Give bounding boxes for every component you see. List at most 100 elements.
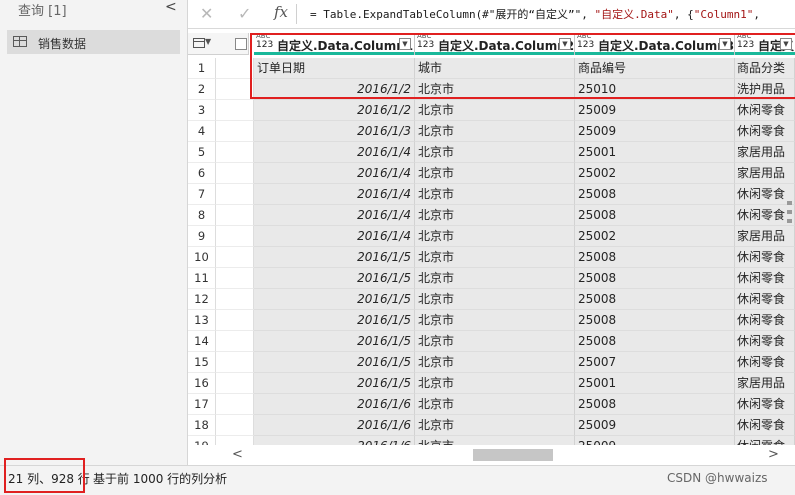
formula-input[interactable]: = Table.ExpandTableColumn(#"展开的“自定义”", "… [310,6,760,22]
select-all-checkbox[interactable] [235,38,247,50]
table-row: 18 2016/1/6 北京市 25009 休闲零食 [188,415,795,436]
row-spacer [216,100,254,121]
table-cell[interactable]: 休闲零食 [735,394,795,415]
confirm-formula-button[interactable]: ✓ [238,4,251,23]
table-row: 5 2016/1/4 北京市 25001 家居用品 [188,142,795,163]
table-cell[interactable]: 北京市 [415,331,575,352]
row-spacer [216,289,254,310]
table-cell[interactable]: 北京市 [415,247,575,268]
table-cell[interactable]: 北京市 [415,121,575,142]
table-cell[interactable]: 2016/1/4 [254,184,415,205]
vertical-scrollbar[interactable] [784,196,795,396]
formula-bar: ✕ ✓ fx = Table.ExpandTableColumn(#"展开的“自… [188,0,795,29]
table-cell[interactable]: 2016/1/6 [254,394,415,415]
row-number[interactable]: 13 [188,310,216,331]
table-cell[interactable]: 北京市 [415,310,575,331]
table-cell[interactable]: 2016/1/3 [254,121,415,142]
horizontal-scrollbar[interactable]: < > [188,445,795,465]
table-cell[interactable]: 2016/1/5 [254,352,415,373]
table-cell[interactable]: 北京市 [415,163,575,184]
row-number[interactable]: 3 [188,100,216,121]
table-cell[interactable]: 休闲零食 [735,415,795,436]
table-cell[interactable]: 25008 [575,205,735,226]
table-cell[interactable]: 北京市 [415,226,575,247]
row-number[interactable]: 8 [188,205,216,226]
table-cell[interactable]: 2016/1/5 [254,310,415,331]
table-cell[interactable]: 家居用品 [735,163,795,184]
table-cell[interactable]: 北京市 [415,394,575,415]
row-number[interactable]: 7 [188,184,216,205]
row-number[interactable]: 15 [188,352,216,373]
row-number[interactable]: 12 [188,289,216,310]
table-cell[interactable]: 25007 [575,352,735,373]
table-cell[interactable]: 25009 [575,100,735,121]
formula-string-2: "Column1" [693,8,754,21]
formula-mid: , { [673,8,694,21]
table-row: 15 2016/1/5 北京市 25007 休闲零食 [188,352,795,373]
table-cell[interactable]: 2016/1/4 [254,163,415,184]
scrollbar-thumb[interactable] [473,449,553,461]
formula-prefix: = Table.ExpandTableColumn(#"展开的“自定义”", [310,8,595,21]
table-cell[interactable]: 2016/1/6 [254,415,415,436]
row-spacer [216,121,254,142]
table-cell[interactable]: 2016/1/5 [254,247,415,268]
table-cell[interactable]: 2016/1/5 [254,268,415,289]
table-cell[interactable]: 25009 [575,415,735,436]
table-cell[interactable]: 北京市 [415,373,575,394]
row-spacer [216,205,254,226]
row-number[interactable]: 2 [188,79,216,100]
table-cell[interactable]: 25002 [575,163,735,184]
table-cell[interactable]: 25008 [575,394,735,415]
table-cell[interactable]: 25009 [575,121,735,142]
table-cell[interactable]: 2016/1/5 [254,331,415,352]
row-number[interactable]: 9 [188,226,216,247]
table-row: 7 2016/1/4 北京市 25008 休闲零食 [188,184,795,205]
query-item-sales-data[interactable]: 销售数据 [7,30,180,54]
table-cell[interactable]: 25001 [575,373,735,394]
table-cell[interactable]: 休闲零食 [735,100,795,121]
table-cell[interactable]: 北京市 [415,184,575,205]
table-cell[interactable]: 北京市 [415,415,575,436]
row-number[interactable]: 5 [188,142,216,163]
row-number[interactable]: 11 [188,268,216,289]
table-row: 3 2016/1/2 北京市 25009 休闲零食 [188,100,795,121]
table-cell[interactable]: 北京市 [415,268,575,289]
row-number[interactable]: 1 [188,58,216,79]
table-cell[interactable]: 北京市 [415,100,575,121]
table-cell[interactable]: 25008 [575,247,735,268]
table-cell[interactable]: 2016/1/4 [254,226,415,247]
table-cell[interactable]: 北京市 [415,289,575,310]
table-cell[interactable]: 25008 [575,310,735,331]
table-cell[interactable]: 2016/1/4 [254,142,415,163]
table-cell[interactable]: 25008 [575,268,735,289]
table-cell[interactable]: 北京市 [415,352,575,373]
row-number[interactable]: 10 [188,247,216,268]
table-cell[interactable]: 2016/1/2 [254,100,415,121]
table-cell[interactable]: 25008 [575,331,735,352]
scroll-left-arrow[interactable]: < [232,447,243,462]
table-cell[interactable]: 北京市 [415,205,575,226]
row-number[interactable]: 16 [188,373,216,394]
table-cell[interactable]: 北京市 [415,142,575,163]
row-number[interactable]: 17 [188,394,216,415]
table-cell[interactable]: 2016/1/5 [254,289,415,310]
table-cell[interactable]: 家居用品 [735,142,795,163]
table-row: 4 2016/1/3 北京市 25009 休闲零食 [188,121,795,142]
table-cell[interactable]: 2016/1/4 [254,205,415,226]
table-cell[interactable]: 25002 [575,226,735,247]
scroll-right-arrow[interactable]: > [768,447,779,462]
fx-icon[interactable]: fx [274,3,288,21]
row-number[interactable]: 14 [188,331,216,352]
table-cell[interactable]: 25008 [575,184,735,205]
table-cell[interactable]: 25008 [575,289,735,310]
row-number[interactable]: 18 [188,415,216,436]
column-profile-note[interactable]: 基于前 1000 行的列分析 [93,470,227,487]
collapse-queries-button[interactable]: < [165,0,177,15]
table-menu-button[interactable]: ▼ [188,33,249,55]
row-number[interactable]: 4 [188,121,216,142]
row-number[interactable]: 6 [188,163,216,184]
table-cell[interactable]: 25001 [575,142,735,163]
table-cell[interactable]: 2016/1/5 [254,373,415,394]
cancel-formula-button[interactable]: ✕ [200,4,213,23]
table-cell[interactable]: 休闲零食 [735,121,795,142]
